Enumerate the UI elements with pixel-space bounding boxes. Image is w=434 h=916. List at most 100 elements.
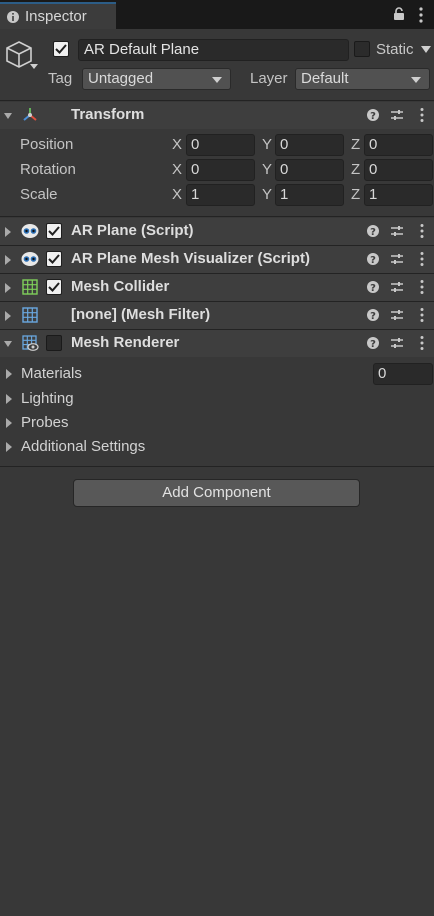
layer-label: Layer (250, 70, 288, 87)
mesh-renderer-icon (22, 335, 39, 351)
chevron-down-icon (411, 77, 421, 83)
tab-label: Inspector (25, 8, 87, 25)
lighting-label: Lighting (21, 390, 74, 407)
foldout-collapsed-icon (6, 417, 12, 428)
rotation-y-field[interactable]: 0 (275, 159, 344, 181)
presets-icon[interactable] (390, 280, 404, 294)
foldout-probes[interactable]: Probes (5, 414, 69, 431)
static-dropdown-icon[interactable] (421, 46, 431, 54)
active-checkbox[interactable] (53, 41, 69, 57)
component-ar-plane-mesh-visualizer[interactable]: AR Plane Mesh Visualizer (Script) ? (0, 246, 434, 273)
more-menu-icon[interactable] (415, 6, 427, 24)
probes-label: Probes (21, 414, 69, 431)
add-component-button[interactable]: Add Component (73, 479, 360, 507)
svg-text:?: ? (370, 227, 376, 238)
help-icon[interactable]: ? (366, 336, 380, 350)
materials-count-field[interactable]: 0 (373, 363, 433, 385)
component-mesh-renderer[interactable]: Mesh Renderer ? (0, 330, 434, 357)
help-icon[interactable]: ? (366, 280, 380, 294)
checkmark-icon (48, 254, 60, 264)
static-checkbox[interactable] (354, 41, 370, 57)
more-menu-icon[interactable] (418, 223, 426, 239)
mesh-filter-icon (22, 307, 38, 323)
layer-dropdown[interactable]: Default (295, 68, 430, 90)
rotation-z-field[interactable]: 0 (364, 159, 433, 181)
axis-y-label: Y (262, 161, 273, 178)
foldout-expanded-icon[interactable] (4, 111, 12, 121)
position-x-field[interactable]: 0 (186, 134, 255, 156)
more-menu-icon[interactable] (418, 107, 426, 123)
script-icon (21, 224, 39, 238)
foldout-collapsed-icon (6, 393, 12, 404)
more-menu-icon[interactable] (418, 307, 426, 323)
transform-title: Transform (71, 106, 145, 123)
checkmark-icon (55, 44, 67, 54)
component-title: Mesh Collider (71, 278, 170, 295)
position-z-field[interactable]: 0 (364, 134, 433, 156)
enabled-checkbox[interactable] (46, 223, 62, 239)
materials-label: Materials (21, 365, 82, 382)
divider (0, 466, 434, 467)
foldout-lighting[interactable]: Lighting (5, 390, 74, 407)
enabled-checkbox[interactable] (46, 279, 62, 295)
svg-text:?: ? (370, 339, 376, 350)
info-icon (7, 10, 19, 23)
foldout-collapsed-icon[interactable] (4, 311, 12, 321)
help-icon[interactable]: ? (366, 108, 380, 122)
foldout-materials[interactable]: Materials (5, 365, 82, 382)
tag-label: Tag (48, 70, 73, 87)
divider (0, 100, 434, 101)
component-mesh-filter[interactable]: [none] (Mesh Filter) ? (0, 302, 434, 329)
component-title: [none] (Mesh Filter) (71, 306, 211, 323)
presets-icon[interactable] (390, 336, 404, 350)
component-title: AR Plane Mesh Visualizer (Script) (71, 250, 310, 267)
component-ar-plane[interactable]: AR Plane (Script) ? (0, 218, 434, 245)
foldout-collapsed-icon[interactable] (4, 227, 12, 237)
axis-x-label: X (172, 186, 183, 203)
more-menu-icon[interactable] (418, 335, 426, 351)
tag-dropdown[interactable]: Untagged (82, 68, 231, 90)
script-icon (21, 252, 39, 266)
transform-icon (23, 108, 37, 121)
foldout-additional-settings[interactable]: Additional Settings (5, 438, 145, 455)
chevron-down-icon[interactable] (30, 64, 38, 70)
enabled-checkbox[interactable] (46, 251, 62, 267)
more-menu-icon[interactable] (418, 279, 426, 295)
scale-x-field[interactable]: 1 (186, 184, 255, 206)
scale-z-field[interactable]: 1 (364, 184, 433, 206)
tab-inspector[interactable]: Inspector (0, 2, 116, 29)
help-icon[interactable]: ? (366, 308, 380, 322)
scale-label: Scale (20, 186, 58, 203)
checkmark-icon (48, 226, 60, 236)
position-y-field[interactable]: 0 (275, 134, 344, 156)
lock-icon[interactable] (392, 7, 406, 21)
rotation-label: Rotation (20, 161, 76, 178)
foldout-collapsed-icon[interactable] (4, 283, 12, 293)
component-title: Mesh Renderer (71, 334, 180, 351)
more-menu-icon[interactable] (418, 251, 426, 267)
scale-y-field[interactable]: 1 (275, 184, 344, 206)
foldout-collapsed-icon[interactable] (4, 255, 12, 265)
presets-icon[interactable] (390, 252, 404, 266)
rotation-x-field[interactable]: 0 (186, 159, 255, 181)
chevron-down-icon (212, 77, 222, 83)
mesh-collider-icon (22, 279, 38, 295)
svg-text:?: ? (370, 311, 376, 322)
enabled-checkbox[interactable] (46, 335, 62, 351)
foldout-collapsed-icon (6, 368, 12, 379)
transform-header[interactable]: Transform ? (0, 102, 434, 129)
layer-value: Default (301, 70, 349, 87)
axis-x-label: X (172, 136, 183, 153)
presets-icon[interactable] (390, 108, 404, 122)
presets-icon[interactable] (390, 224, 404, 238)
component-mesh-collider[interactable]: Mesh Collider ? (0, 274, 434, 301)
axis-z-label: Z (351, 136, 361, 153)
help-icon[interactable]: ? (366, 252, 380, 266)
static-label: Static (376, 41, 414, 58)
presets-icon[interactable] (390, 308, 404, 322)
position-label: Position (20, 136, 74, 153)
help-icon[interactable]: ? (366, 224, 380, 238)
object-name-field[interactable]: AR Default Plane (78, 39, 349, 61)
foldout-expanded-icon[interactable] (4, 339, 12, 349)
axis-y-label: Y (262, 136, 273, 153)
